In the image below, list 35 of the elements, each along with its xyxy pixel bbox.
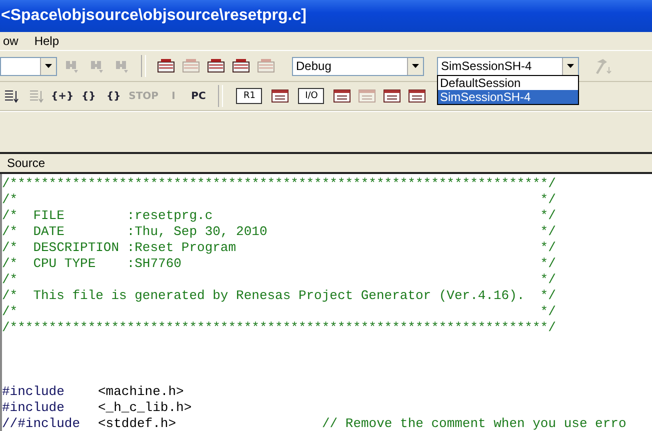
toolbar-button[interactable]: {}: [104, 86, 124, 106]
code-directive: //#include: [2, 416, 82, 431]
code-comment: /* */: [2, 272, 556, 287]
code-comment: // Remove the comment when you use erro: [322, 416, 626, 431]
pane-title: Source: [7, 156, 46, 170]
window-title: <Space\objsource\objsource\resetprg.c]: [1, 7, 306, 25]
code-comment: /* DATE :Thu, Sep 30, 2010 */: [2, 224, 556, 239]
toolbar-button[interactable]: PC: [188, 86, 208, 106]
code-comment: /* CPU TYPE :SH7760 */: [2, 256, 556, 271]
code-header-name: <_h_c_lib.h>: [98, 400, 193, 416]
toolbar-button[interactable]: R1: [236, 88, 262, 104]
toolbar-button[interactable]: {+}: [51, 86, 74, 106]
code-comment: /* */: [2, 304, 556, 319]
dropdown-option[interactable]: DefaultSession: [438, 76, 578, 90]
caret-icon: [412, 64, 419, 68]
code-comment: /*********************************************************************/: [2, 320, 556, 335]
toolbar-button[interactable]: {}: [78, 86, 99, 106]
caret-icon: [45, 64, 52, 68]
code-comment: /*********************************************************************/: [2, 176, 556, 191]
dropdown-option[interactable]: SimSessionSH-4: [438, 90, 578, 104]
toolbar-button[interactable]: I/O: [298, 88, 324, 104]
code-header-name: <stddef.h>: [98, 416, 178, 431]
code-header-name: <machine.h>: [98, 384, 185, 400]
code-directive: #include: [2, 384, 66, 400]
menu-item[interactable]: ow: [0, 34, 22, 48]
code-comment: /* DESCRIPTION :Reset Program */: [2, 240, 556, 255]
caret-icon: [567, 64, 574, 68]
code-comment: /* This file is generated by Renesas Project Generator (Ver.4.16). */: [2, 288, 556, 303]
dropdown[interactable]: [0, 56, 57, 76]
configuration-dropdown[interactable]: Debug: [292, 56, 424, 76]
code-comment: /* */: [2, 192, 556, 207]
code-comment: /* FILE :resetprg.c */: [2, 208, 556, 223]
menu-item[interactable]: Help: [31, 34, 62, 48]
session-dropdown[interactable]: SimSessionSH-4: [437, 56, 579, 76]
code-directive: #include: [2, 400, 66, 416]
